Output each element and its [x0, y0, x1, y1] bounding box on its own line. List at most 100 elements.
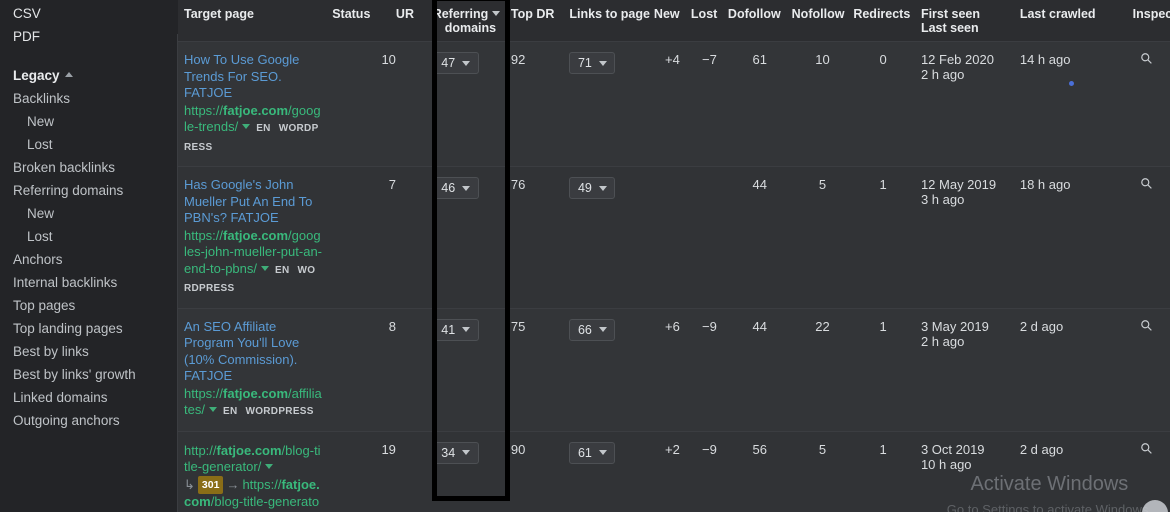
cell-nofollow[interactable]: 5: [791, 166, 854, 309]
cell-referring-domains: 47: [424, 41, 505, 167]
column-header-nofollow[interactable]: Nofollow: [791, 0, 854, 42]
redirect-target-url[interactable]: ↳ 301 → https://fatjoe.com/blog-title-gener…: [184, 475, 322, 512]
cell-redirects[interactable]: 1: [853, 308, 913, 432]
column-header-referring-domains[interactable]: Referring domains: [424, 0, 505, 42]
table-row[interactable]: http://fatjoe.com/blog-title-generator/↳…: [178, 431, 1170, 512]
url-chevron-down-icon[interactable]: [261, 265, 269, 271]
column-header-top-dr[interactable]: Top DR: [504, 0, 562, 42]
target-page-title-link[interactable]: An SEO Affiliate Program You'll Love (10…: [184, 319, 322, 385]
sidebar-item-label: Lost: [27, 137, 53, 152]
url-chevron-down-icon[interactable]: [242, 124, 251, 129]
sidebar-item-referring-domains-lost[interactable]: Lost: [0, 225, 178, 248]
sidebar-item-referring-domains[interactable]: Referring domains: [0, 179, 178, 202]
inspect-search-icon[interactable]: [1140, 319, 1153, 335]
backlinks-table-region: Target page Status UR Referring domains …: [178, 0, 1170, 512]
cell-dofollow[interactable]: 56: [727, 431, 792, 512]
sidebar-item-label: New: [27, 114, 55, 129]
language-tag: EN: [222, 406, 238, 417]
column-header-target-page[interactable]: Target page: [178, 0, 333, 42]
chevron-down-icon: [462, 185, 471, 191]
cell-redirects[interactable]: 0: [853, 41, 913, 167]
cell-nofollow[interactable]: 5: [791, 431, 854, 512]
sidebar-item-broken-backlinks[interactable]: Broken backlinks: [0, 156, 178, 179]
target-page-url[interactable]: https://fatjoe.com/affiliates/EN WORDPRES…: [184, 386, 322, 421]
sidebar-item-referring-domains-new[interactable]: New: [0, 202, 178, 225]
target-page-title-link[interactable]: How To Use Google Trends For SEO. FATJOE: [184, 52, 322, 102]
cell-lost: [690, 166, 728, 309]
cell-dofollow[interactable]: 61: [727, 41, 792, 167]
sidebar-export-csv[interactable]: CSV: [0, 2, 178, 25]
column-header-redirects[interactable]: Redirects: [853, 0, 913, 42]
sidebar-item-backlinks-lost[interactable]: Lost: [0, 133, 178, 156]
sidebar-group-legacy-label: Legacy: [13, 68, 60, 83]
table-row[interactable]: How To Use Google Trends For SEO. FATJOE…: [178, 41, 1170, 167]
sidebar-export-pdf[interactable]: PDF: [0, 25, 178, 48]
cell-dofollow[interactable]: 44: [727, 308, 792, 432]
cell-top-dr: 92: [504, 41, 562, 167]
sidebar-item-backlinks[interactable]: Backlinks: [0, 87, 178, 110]
cell-dofollow[interactable]: 44: [727, 166, 792, 309]
sidebar-item-internal-backlinks[interactable]: Internal backlinks: [0, 271, 178, 294]
cell-first-seen: 3 May 2019 2 h ago: [912, 308, 1020, 432]
cell-referring-domains: 46: [424, 166, 505, 309]
inspect-search-icon[interactable]: [1140, 442, 1153, 458]
inspect-search-icon[interactable]: [1140, 177, 1153, 193]
cell-inspect: [1122, 166, 1170, 309]
referring-domains-dropdown[interactable]: 34: [432, 441, 479, 464]
cell-ur: [395, 166, 425, 309]
first-seen-date: 3 Oct 2019: [920, 441, 985, 457]
cell-first-seen: 3 Oct 2019 10 h ago: [912, 431, 1020, 512]
target-page-title-link[interactable]: Has Google's John Mueller Put An End To …: [184, 177, 322, 227]
inspect-search-icon[interactable]: [1140, 52, 1153, 68]
sidebar-item-anchors[interactable]: Anchors: [0, 248, 178, 271]
column-header-links-to-page[interactable]: Links to page: [561, 0, 654, 42]
column-header-status[interactable]: Status: [332, 0, 396, 42]
referring-domains-dropdown[interactable]: 47: [432, 52, 479, 74]
url-chevron-down-icon[interactable]: [208, 407, 217, 412]
cell-new: +4: [653, 41, 691, 167]
cell-new: +2: [653, 431, 691, 512]
chevron-down-icon: [598, 60, 607, 66]
referring-domains-dropdown[interactable]: 41: [432, 318, 479, 341]
column-header-first-seen[interactable]: First seen Last seen: [912, 0, 1020, 42]
sidebar-item-best-by-links-growth[interactable]: Best by links' growth: [0, 363, 178, 386]
redirect-arrow-icon: →: [226, 476, 240, 492]
sidebar-group-legacy[interactable]: Legacy: [0, 64, 178, 87]
column-header-inspect[interactable]: Inspect: [1122, 0, 1170, 42]
cell-nofollow[interactable]: 22: [791, 308, 854, 432]
referring-domains-dropdown[interactable]: 46: [432, 177, 479, 199]
cell-inspect: [1122, 308, 1170, 432]
table-row[interactable]: Has Google's John Mueller Put An End To …: [178, 166, 1170, 309]
first-seen-date: 3 May 2019: [920, 318, 989, 334]
sidebar-item-backlinks-new[interactable]: New: [0, 110, 178, 133]
links-to-page-dropdown[interactable]: 61: [569, 441, 616, 464]
cell-links-to-page: 71: [561, 41, 654, 167]
cell-redirects[interactable]: 1: [853, 431, 913, 512]
sidebar-item-top-pages[interactable]: Top pages: [0, 294, 178, 317]
cell-redirects[interactable]: 1: [853, 166, 913, 309]
links-to-page-dropdown[interactable]: 66: [569, 318, 616, 341]
sidebar-item-linked-domains[interactable]: Linked domains: [0, 386, 178, 409]
target-page-url[interactable]: https://fatjoe.com/googles-john-mueller-…: [184, 228, 322, 298]
sidebar-item-outgoing-anchors[interactable]: Outgoing anchors: [0, 409, 178, 432]
sidebar-item-best-by-links[interactable]: Best by links: [0, 340, 178, 363]
sort-chevron-down-icon[interactable]: [492, 11, 501, 16]
column-header-last-crawled[interactable]: Last crawled: [1019, 0, 1123, 42]
column-header-new[interactable]: New: [653, 0, 691, 42]
target-page-url[interactable]: http://fatjoe.com/blog-title-generator/: [184, 443, 322, 476]
links-to-page-dropdown[interactable]: 71: [569, 52, 616, 74]
last-seen-date: 2 h ago: [920, 67, 965, 82]
links-to-page-dropdown[interactable]: 49: [569, 177, 616, 199]
cell-inspect: [1122, 431, 1170, 512]
target-page-url[interactable]: https://fatjoe.com/google-trends/EN WORDP…: [184, 103, 322, 157]
cell-inspect: [1122, 41, 1170, 167]
table-row[interactable]: An SEO Affiliate Program You'll Love (10…: [178, 308, 1170, 432]
column-header-dofollow[interactable]: Dofollow: [727, 0, 792, 42]
url-chevron-down-icon[interactable]: [265, 464, 274, 469]
cell-target-page: How To Use Google Trends For SEO. FATJOE…: [178, 41, 333, 167]
chevron-down-icon: [462, 327, 471, 332]
column-header-lost[interactable]: Lost: [690, 0, 728, 42]
column-header-ur[interactable]: UR: [395, 0, 425, 42]
cell-nofollow[interactable]: 10: [791, 41, 854, 167]
sidebar-item-top-landing-pages[interactable]: Top landing pages: [0, 317, 178, 340]
